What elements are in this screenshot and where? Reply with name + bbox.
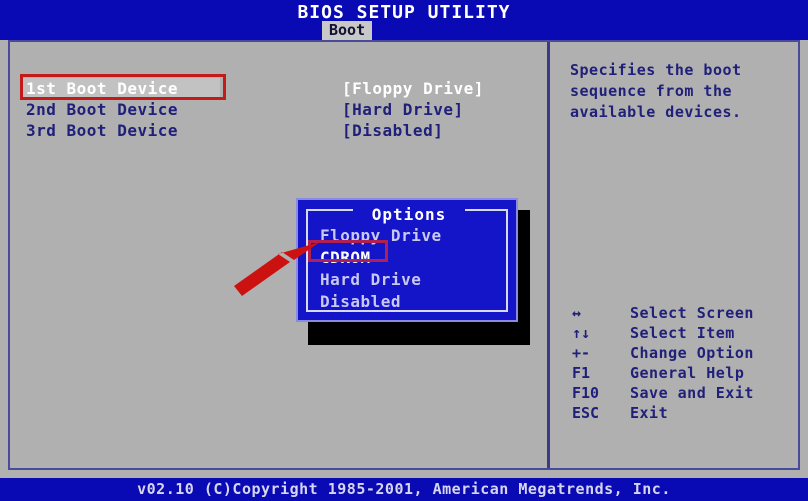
page-title: BIOS SETUP UTILITY [297,2,511,23]
footer-bar: v02.10 (C)Copyright 1985-2001, American … [0,478,808,501]
esc-key-label: ESC [572,404,600,422]
bios-setup-screen: BIOS SETUP UTILITY Boot 1st Boot Device … [0,0,808,501]
boot-device-list: 1st Boot Device [Floppy Drive] 2nd Boot … [22,78,532,141]
key-legend-row: F1 General Help [568,363,788,383]
boot-device-label: 3rd Boot Device [26,121,178,140]
boot-device-row-3[interactable]: 3rd Boot Device [Disabled] [22,120,532,141]
boot-device-value[interactable]: [Disabled] [340,120,445,141]
plus-minus-icon: +- [572,344,591,362]
options-item-list: Floppy Drive CDROM Hard Drive Disabled [318,226,508,314]
options-popup-title: Options [371,205,447,224]
key-legend-label: Select Screen [630,304,754,322]
key-legend-label: General Help [630,364,745,382]
key-legend-row: ESC Exit [568,403,788,423]
option-item-disabled[interactable]: Disabled [318,292,508,314]
boot-device-value[interactable]: [Hard Drive] [340,99,466,120]
option-item-hard-drive[interactable]: Hard Drive [318,270,508,292]
key-legend-label: Save and Exit [630,384,754,402]
help-text: Specifies the boot sequence from the ava… [570,61,742,121]
up-down-arrow-icon: ↑↓ [572,324,591,342]
options-popup: Options Floppy Drive CDROM Hard Drive Di… [296,198,518,322]
key-legend-row: F10 Save and Exit [568,383,788,403]
option-item-floppy-drive[interactable]: Floppy Drive [318,226,508,248]
f1-key-label: F1 [572,364,591,382]
key-legend-label: Exit [630,404,669,422]
boot-device-label: 1st Boot Device [22,78,220,99]
tab-boot[interactable]: Boot [322,21,373,41]
left-right-arrow-icon: ↔ [572,304,582,322]
copyright-text: v02.10 (C)Copyright 1985-2001, American … [137,480,671,498]
boot-device-label: 2nd Boot Device [26,100,178,119]
boot-device-row-1[interactable]: 1st Boot Device [Floppy Drive] [22,78,532,99]
key-legend-row: ↔ Select Screen [568,303,788,323]
key-legend-label: Change Option [630,344,754,362]
key-legend-row: +- Change Option [568,343,788,363]
boot-device-row-2[interactable]: 2nd Boot Device [Hard Drive] [22,99,532,120]
option-item-cdrom[interactable]: CDROM [318,248,508,270]
panel-divider [547,42,550,468]
key-legend-row: ↑↓ Select Item [568,323,788,343]
f10-key-label: F10 [572,384,600,402]
key-legend-label: Select Item [630,324,735,342]
key-legend: ↔ Select Screen ↑↓ Select Item +- Change… [568,303,788,423]
boot-device-value[interactable]: [Floppy Drive] [340,78,486,99]
title-bar: BIOS SETUP UTILITY Boot [0,0,808,41]
